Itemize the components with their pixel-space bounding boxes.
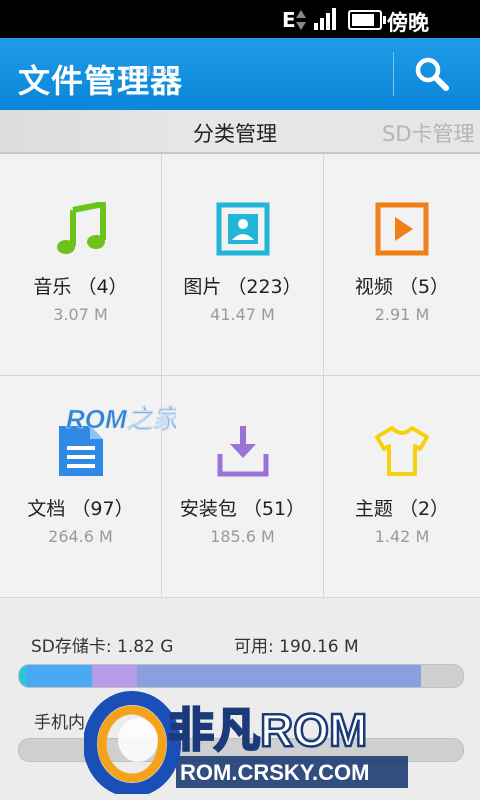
sd-card-available: 可用: 190.16 M: [234, 637, 359, 657]
logo-text: 非凡ROM: [168, 704, 367, 756]
sd-usage-segment: [92, 665, 137, 687]
category-label: 视频 （5）: [354, 276, 450, 298]
category-label: 图片 （223）: [183, 276, 302, 298]
music-note-icon: [56, 202, 106, 254]
picture-icon: [216, 202, 269, 256]
category-label: 安装包 （51）: [179, 498, 306, 520]
download-install-icon: [217, 426, 268, 477]
signal-strength-icon: [314, 8, 338, 30]
category-label: 文档 （97）: [27, 498, 134, 520]
tshirt-theme-icon: [375, 426, 429, 476]
network-type: E: [282, 8, 296, 32]
phone-storage-label: 手机内: [34, 713, 85, 733]
sd-usage-segment: [19, 665, 26, 687]
tab-category-management[interactable]: 分类管理: [193, 118, 277, 148]
category-label: 音乐 （4）: [33, 276, 128, 298]
battery-level: [352, 14, 374, 26]
category-video[interactable]: 视频 （5） 2.91 M: [324, 154, 480, 376]
battery-icon: [348, 10, 386, 30]
category-size: 3.07 M: [53, 305, 108, 324]
tab-sd-card-management[interactable]: SD卡管理: [382, 118, 475, 148]
category-size: 185.6 M: [210, 527, 275, 546]
category-size: 1.42 M: [374, 527, 430, 546]
site-watermark: romzj.com: [120, 64, 178, 77]
sd-usage-segment: [420, 665, 463, 687]
category-label: 主题 （2）: [354, 498, 450, 520]
category-size: 2.91 M: [374, 305, 430, 324]
data-activity-icon: [296, 10, 306, 30]
category-size: 264.6 M: [48, 527, 113, 546]
category-themes[interactable]: 主题 （2） 1.42 M: [324, 376, 480, 598]
sd-usage-segment: [136, 665, 421, 687]
app-header: 文件管理器 romzj.com: [0, 38, 480, 110]
app-title: 文件管理器: [18, 62, 184, 100]
search-icon[interactable]: [414, 56, 450, 92]
video-play-icon: [375, 202, 429, 256]
category-grid: 音乐 （4） 3.07 M 图片 （223） 41.47 M 视频 （5） 2.…: [0, 154, 480, 598]
category-install-packages[interactable]: 安装包 （51） 185.6 M: [162, 376, 324, 598]
sd-usage-segment: [25, 665, 93, 687]
category-music[interactable]: 音乐 （4） 3.07 M: [0, 154, 162, 376]
category-pictures[interactable]: 图片 （223） 41.47 M: [162, 154, 324, 376]
sd-card-total: SD存储卡: 1.82 G: [31, 637, 174, 657]
tab-bar: 分类管理 SD卡管理: [0, 110, 480, 154]
sd-usage-bar: [18, 664, 464, 688]
category-size: 41.47 M: [210, 305, 275, 324]
logo-url: ROM.CRSKY.COM: [180, 760, 369, 785]
rom-home-watermark: ROM之家: [66, 404, 176, 435]
rom-home-text: ROM之家: [66, 404, 176, 434]
header-divider: [393, 52, 394, 96]
status-bar: E 傍晚5:26: [0, 0, 480, 61]
crsky-rom-logo: 非凡ROM ROM.CRSKY.COM: [84, 691, 408, 794]
